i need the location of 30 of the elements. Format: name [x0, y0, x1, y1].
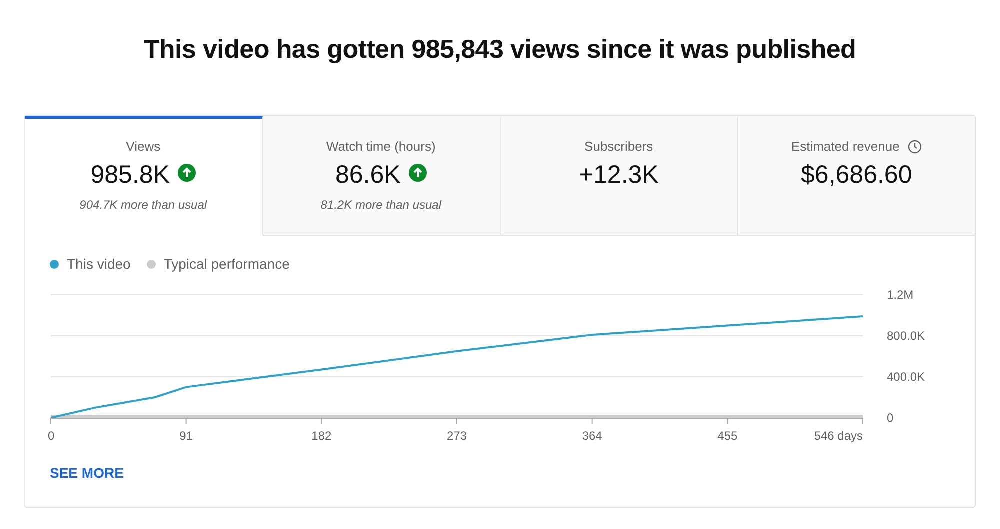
metric-label: Views [126, 138, 161, 156]
x-axis-label: 364 [582, 429, 602, 443]
x-axis-label: 546 days [814, 429, 863, 443]
x-axis-label: 455 [718, 429, 738, 443]
metric-tab[interactable]: Views 985.8K 904.7K more than usual [25, 116, 263, 236]
y-axis-label: 400.0K [887, 370, 926, 384]
y-axis-label: 800.0K [887, 329, 926, 343]
x-axis-label: 0 [48, 429, 55, 443]
page-title: This video has gotten 985,843 views since it was published [142, 34, 858, 66]
metric-tab[interactable]: Watch time (hours) 86.6K 81.2K more than usual [262, 116, 500, 236]
metric-value: 985.8K [90, 160, 170, 190]
metric-tab[interactable]: Estimated revenue $6,686.60 [738, 116, 975, 236]
x-axis-label: 91 [180, 429, 194, 443]
see-more-link[interactable]: SEE MORE [50, 465, 124, 481]
legend-label: Typical performance [164, 255, 290, 274]
metric-note: 904.7K more than usual [80, 196, 208, 214]
y-axis-label: 0 [887, 411, 894, 425]
y-axis-label: 1.2M [887, 288, 914, 302]
metric-note: 81.2K more than usual [320, 196, 442, 214]
x-axis-label: 182 [312, 429, 332, 443]
clock-icon [908, 140, 922, 154]
metric-value: +12.3K [578, 160, 659, 190]
metric-tab[interactable]: Subscribers +12.3K [500, 116, 738, 236]
x-axis-label: 273 [446, 429, 468, 443]
metric-value: 86.6K [335, 160, 401, 190]
metric-label: Estimated revenue [791, 138, 900, 156]
legend-label: This video [67, 255, 131, 274]
metric-value: $6,686.60 [801, 160, 912, 190]
metric-label: Watch time (hours) [326, 138, 436, 156]
metric-label: Subscribers [584, 138, 654, 156]
